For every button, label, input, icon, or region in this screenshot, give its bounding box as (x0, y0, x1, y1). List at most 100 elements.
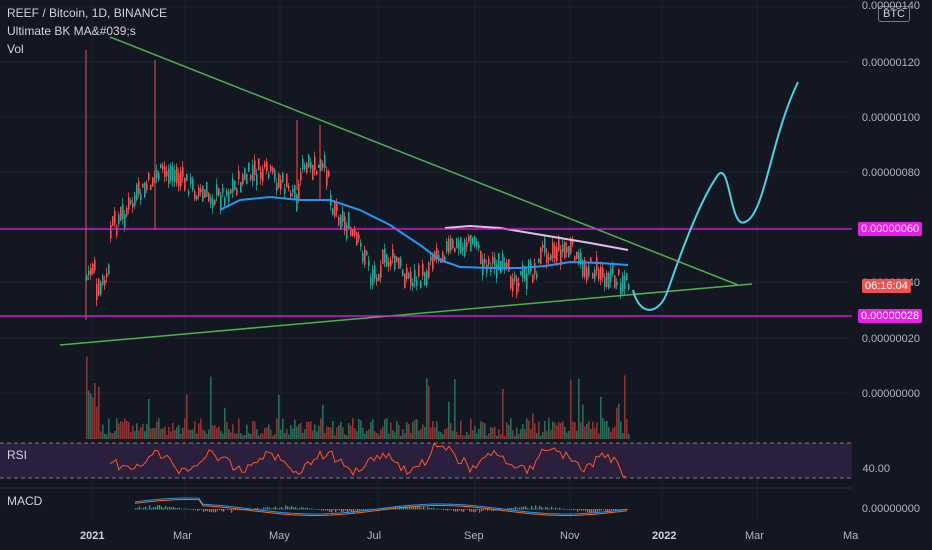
macd-histogram-bar (177, 507, 179, 510)
macd-histogram-bar (413, 507, 415, 510)
volume-bar (628, 434, 630, 439)
candle-body (122, 203, 124, 219)
candle-body (106, 273, 108, 278)
candle-body (546, 253, 548, 264)
volume-bar (146, 423, 148, 439)
macd-histogram-bar (327, 509, 329, 511)
candle-body (284, 188, 286, 194)
candle-body (98, 278, 100, 296)
candle-body (236, 188, 238, 195)
volume-bar (234, 433, 236, 439)
volume-bar (180, 433, 182, 439)
volume-bar (502, 388, 504, 439)
candle-body (358, 234, 360, 240)
volume-bar (244, 434, 246, 439)
candle-body (92, 263, 94, 274)
volume-bar (302, 433, 304, 439)
volume-bar (104, 433, 106, 439)
volume-bar (498, 428, 500, 439)
volume-bar (476, 433, 478, 439)
time-label: Mar (173, 530, 192, 542)
macd-histogram-bar (279, 507, 281, 510)
macd-histogram-bar (137, 507, 139, 510)
volume-bar (378, 434, 380, 439)
macd-histogram-bar (429, 508, 431, 510)
candle-body (370, 277, 372, 286)
candle-body (262, 168, 264, 182)
volume-bar (306, 422, 308, 439)
candle-body (592, 273, 594, 278)
volume-bar (534, 423, 536, 439)
volume-bar (96, 406, 98, 439)
volume-bar (262, 433, 264, 439)
macd-histogram-bar (411, 507, 413, 510)
volume-bar (556, 425, 558, 439)
volume-bar (490, 427, 492, 439)
volume-bar (572, 421, 574, 439)
macd-histogram-bar (579, 509, 581, 511)
macd-histogram-bar (195, 509, 197, 510)
volume-bar (144, 431, 146, 439)
time-label: 2022 (652, 530, 677, 542)
chart-canvas[interactable] (0, 0, 932, 550)
volume-bar (250, 434, 252, 439)
volume-bar (212, 425, 214, 439)
candle-body (332, 208, 334, 215)
candle-body (96, 284, 98, 301)
macd-histogram-bar (525, 506, 527, 510)
candle-body (108, 264, 110, 275)
macd-histogram-bar (219, 509, 221, 510)
candle-body (142, 183, 144, 188)
volume-bar (550, 429, 552, 439)
volume-bar (400, 435, 402, 439)
volume-bar (616, 407, 618, 439)
candle-body (128, 196, 130, 210)
candle-body (514, 274, 516, 282)
candle-body (376, 277, 378, 283)
volume-bar (472, 430, 474, 439)
candle-body (462, 247, 464, 252)
macd-histogram-bar (561, 508, 563, 510)
volume-bar (292, 428, 294, 439)
candle-body (258, 158, 260, 171)
volume-bar (516, 427, 518, 439)
volume-bar (190, 429, 192, 439)
candle-body (550, 254, 552, 260)
candle-body (552, 242, 554, 258)
macd-histogram-bar (449, 509, 451, 511)
candle-body (448, 238, 450, 253)
candle-body (428, 262, 430, 278)
volume-bar (170, 431, 172, 439)
macd-histogram-bar (167, 507, 169, 510)
macd-histogram-bar (485, 509, 487, 510)
volume-bar (348, 423, 350, 439)
macd-histogram-bar (197, 509, 199, 512)
volume-bar (128, 421, 130, 439)
candle-body (548, 257, 550, 261)
macd-histogram-bar (257, 507, 259, 510)
candle-body (306, 162, 308, 173)
candle-body (594, 269, 596, 280)
macd-histogram-bar (335, 509, 337, 513)
volume-bar (320, 418, 322, 439)
macd-histogram-bar (135, 508, 137, 510)
candle-body (214, 200, 216, 205)
candle-body (554, 245, 556, 260)
candle-body (278, 173, 280, 188)
volume-bar (376, 433, 378, 439)
candle-body (326, 170, 328, 186)
candle-body (422, 263, 424, 276)
volume-bar (492, 427, 494, 439)
candle-body (234, 180, 236, 190)
macd-histogram-bar (221, 509, 223, 511)
volume-bar (216, 428, 218, 439)
volume-bar (512, 430, 514, 439)
volume-bar (324, 433, 326, 439)
candle-body (392, 249, 394, 259)
candle-body (300, 172, 302, 181)
volume-bar (466, 432, 468, 439)
volume-bar (124, 418, 126, 439)
candle-body (228, 191, 230, 202)
volume-bar (410, 432, 412, 439)
macd-histogram-bar (231, 509, 233, 513)
